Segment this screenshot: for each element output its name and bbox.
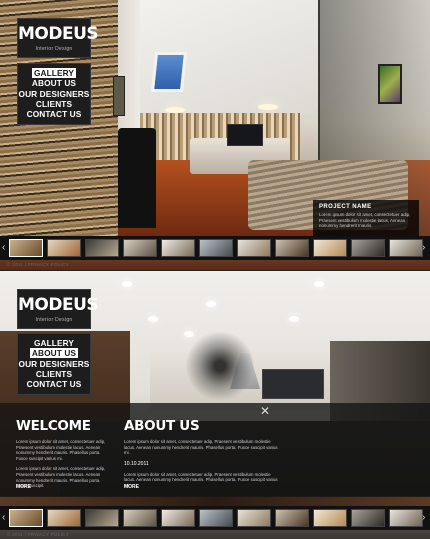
thumbnail[interactable] (351, 239, 385, 257)
chair (118, 128, 156, 228)
thumbnail[interactable] (47, 509, 81, 527)
logo-text: MODEUS (18, 24, 99, 44)
thumbnail[interactable] (123, 509, 157, 527)
nav-contact-us[interactable]: CONTACT US (18, 109, 90, 119)
nav-about-us[interactable]: ABOUT US (18, 78, 90, 88)
thumbnail[interactable] (237, 239, 271, 257)
main-nav: GALLERY ABOUT US OUR DESIGNERS CLIENTS C… (17, 63, 91, 126)
logo-tagline: Interior Design (35, 46, 73, 52)
about-date: 10.10.2011 (124, 460, 149, 467)
ceiling-light (206, 301, 216, 307)
about-text: Lorem ipsum dolor sit amet, consectetuer… (124, 471, 278, 488)
thumbnail[interactable] (85, 509, 119, 527)
logo[interactable]: MODEUS Interior Design (17, 289, 99, 329)
nav-our-designers[interactable]: OUR DESIGNERS (18, 89, 90, 99)
thumbnail[interactable] (161, 239, 195, 257)
thumbnail[interactable] (9, 239, 43, 257)
welcome-more-link[interactable]: MORE (16, 484, 31, 490)
thumbnail[interactable] (199, 509, 233, 527)
gallery-screen: MODEUS Interior Design GALLERY ABOUT US … (0, 0, 430, 270)
thumbnail-list (9, 509, 423, 527)
chevron-left-icon[interactable]: ‹ (2, 512, 5, 524)
thumbnail[interactable] (275, 509, 309, 527)
about-more-link[interactable]: MORE (124, 484, 139, 490)
welcome-title: WELCOME (16, 418, 91, 434)
wall-art (113, 76, 125, 116)
nav-gallery[interactable]: GALLERY (18, 68, 90, 78)
about-text: Lorem ipsum dolor sit amet, consectetuer… (124, 439, 278, 456)
project-description: Lorem ipsum dolor sit amet, consectetuer… (319, 212, 411, 229)
thumbnail[interactable] (161, 509, 195, 527)
nav-gallery[interactable]: GALLERY (18, 338, 90, 348)
thumbnail[interactable] (351, 509, 385, 527)
thumbnail[interactable] (123, 239, 157, 257)
content-panel: WELCOME Lorem ipsum dolor sit amet, cons… (0, 403, 430, 497)
thumbnail[interactable] (313, 509, 347, 527)
thumbnail-list (9, 239, 423, 257)
footer-note[interactable]: © 2011 | PRIVACY POLICY (7, 532, 69, 537)
welcome-section: WELCOME Lorem ipsum dolor sit amet, cons… (16, 403, 108, 497)
ceiling-light (148, 316, 158, 322)
cabinet (262, 369, 324, 399)
ceiling-light (289, 316, 299, 322)
main-nav: GALLERY ABOUT US OUR DESIGNERS CLIENTS C… (17, 333, 91, 396)
thumbnail[interactable] (275, 239, 309, 257)
nav-contact-us[interactable]: CONTACT US (18, 379, 90, 389)
thumbnail[interactable] (389, 509, 423, 527)
about-title: ABOUT US (124, 418, 200, 434)
thumbnail[interactable] (237, 509, 271, 527)
project-caption: PROJECT NAME Lorem ipsum dolor sit amet,… (313, 200, 419, 236)
thumbnail[interactable] (85, 239, 119, 257)
thumbnail-strip: ‹ › (0, 506, 430, 530)
nav-about-us[interactable]: ABOUT US (18, 348, 90, 359)
logo-text: MODEUS (18, 295, 99, 315)
footer-note[interactable]: © 2011 | PRIVACY POLICY (7, 262, 69, 267)
ceiling-light (314, 281, 324, 287)
thumbnail-strip: ‹ › (0, 236, 430, 260)
ceiling-light (122, 281, 132, 287)
thumbnail[interactable] (313, 239, 347, 257)
skylight-window (150, 52, 188, 92)
chevron-right-icon[interactable]: › (422, 242, 425, 254)
chevron-right-icon[interactable]: › (422, 512, 425, 524)
thumbnail[interactable] (47, 239, 81, 257)
nav-clients[interactable]: CLIENTS (18, 99, 90, 109)
nav-clients[interactable]: CLIENTS (18, 369, 90, 379)
close-icon[interactable]: ✕ (260, 405, 270, 417)
logo-tagline: Interior Design (35, 317, 73, 323)
welcome-text: Lorem ipsum dolor sit amet, consectetuer… (16, 439, 106, 461)
chevron-left-icon[interactable]: ‹ (2, 242, 5, 254)
thumbnail[interactable] (199, 239, 233, 257)
wall-art (378, 64, 402, 104)
project-title: PROJECT NAME (319, 204, 372, 210)
ceiling-light (258, 104, 278, 110)
plant (185, 331, 255, 401)
about-section: ABOUT US Lorem ipsum dolor sit amet, con… (124, 403, 280, 497)
logo[interactable]: MODEUS Interior Design (17, 18, 99, 58)
thumbnail[interactable] (389, 239, 423, 257)
tv (227, 124, 263, 146)
thumbnail[interactable] (9, 509, 43, 527)
nav-our-designers[interactable]: OUR DESIGNERS (18, 359, 90, 369)
